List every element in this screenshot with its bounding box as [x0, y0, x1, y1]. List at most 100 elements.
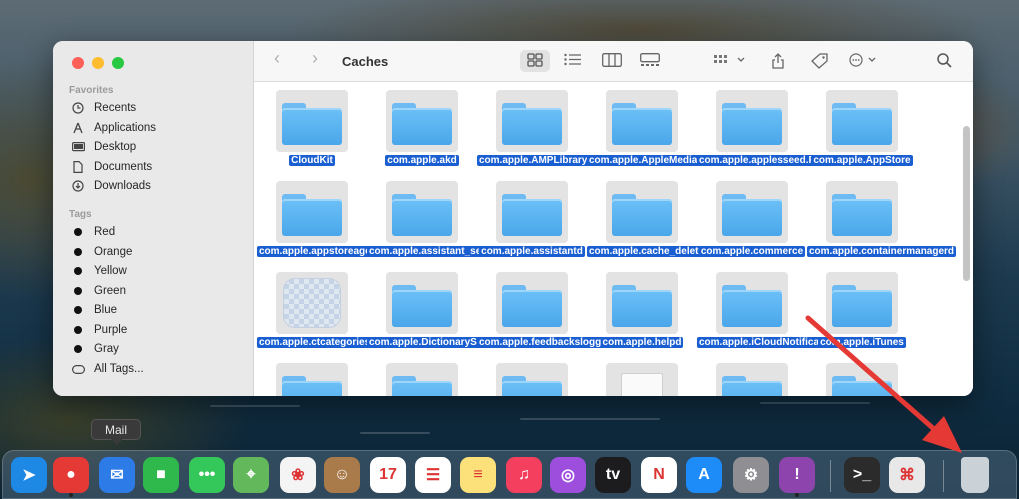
- dock-safari-icon[interactable]: ➤: [11, 457, 47, 493]
- close-button[interactable]: [72, 57, 84, 69]
- sidebar-item-desktop[interactable]: Desktop: [71, 138, 136, 156]
- file-item[interactable]: com.apple.applesseed.Fee...ssistant: [697, 90, 874, 167]
- sidebar-item-label: Downloads: [94, 180, 151, 192]
- folder-icon: [386, 181, 458, 243]
- file-item[interactable]: [807, 363, 917, 396]
- file-item[interactable]: com.apple.AppleMediaServices: [587, 90, 741, 167]
- group-by-button[interactable]: [714, 53, 748, 69]
- sidebar-tag-purple[interactable]: Purple: [71, 321, 127, 339]
- dock-facetime-icon[interactable]: ■: [143, 457, 179, 493]
- file-item[interactable]: [587, 363, 697, 396]
- gallery-icon: [640, 53, 660, 66]
- toolbar: ‹ › Caches: [254, 41, 973, 82]
- dock-maps-icon[interactable]: ⌖: [233, 457, 269, 493]
- file-name: com.apple.iTunes: [818, 337, 906, 348]
- file-item[interactable]: com.apple.containermanagerd: [807, 181, 957, 258]
- dock-photos-icon[interactable]: ❀: [280, 457, 316, 493]
- action-menu-button[interactable]: [849, 53, 881, 70]
- sidebar-tag-orange[interactable]: Orange: [71, 243, 132, 261]
- sidebar-item-applications[interactable]: Applications: [71, 119, 156, 137]
- file-item[interactable]: CloudKit: [257, 90, 367, 167]
- file-item[interactable]: [257, 363, 367, 396]
- file-item[interactable]: com.apple.commerce: [697, 181, 807, 258]
- dock-glyph: A: [698, 466, 710, 483]
- folder-icon: [716, 90, 788, 152]
- sidebar-item-documents[interactable]: Documents: [71, 158, 152, 176]
- folder-icon: [276, 181, 348, 243]
- file-item[interactable]: com.apple.iCloudNotificationAgent: [697, 272, 868, 349]
- file-item[interactable]: com.apple.assistantd: [477, 181, 587, 258]
- dock-contacts-icon[interactable]: ☺: [324, 457, 360, 493]
- dock-glyph: ☰: [425, 467, 441, 484]
- icon-view-button[interactable]: [527, 53, 543, 70]
- dock-feedback-icon[interactable]: !: [779, 457, 815, 493]
- dock-apple-tv-icon[interactable]: tv: [595, 457, 631, 493]
- file-item[interactable]: com.apple.feedbackslogger: [477, 272, 613, 349]
- folder-icon: [386, 90, 458, 152]
- sidebar-tag-green[interactable]: Green: [71, 282, 126, 300]
- dock-glyph: •••: [198, 466, 216, 483]
- file-name: com.apple.applesseed.Fee...ssistant: [697, 155, 874, 166]
- dock-mail-icon[interactable]: ✉: [99, 457, 135, 493]
- search-icon: [937, 53, 952, 68]
- file-item[interactable]: com.apple.cache_delete: [587, 181, 707, 258]
- file-item[interactable]: com.apple.iTunes: [807, 272, 917, 349]
- file-item[interactable]: com.apple.DictionaryServices: [367, 272, 514, 349]
- folder-icon: [496, 272, 568, 334]
- forward-button[interactable]: ›: [312, 49, 318, 67]
- dock-notes-icon[interactable]: ≡: [460, 457, 496, 493]
- dock-glyph: ✉: [110, 467, 124, 484]
- zoom-button[interactable]: [112, 57, 124, 69]
- wallpaper-wave: [520, 418, 660, 420]
- wallpaper-wave: [760, 402, 870, 404]
- dock-glyph: ♫: [518, 466, 530, 483]
- sidebar-tag-gray[interactable]: Gray: [71, 340, 119, 358]
- sidebar-tag-red[interactable]: Red: [71, 223, 115, 241]
- file-item[interactable]: com.apple.helpd: [587, 272, 697, 349]
- gallery-view-button[interactable]: [640, 53, 660, 70]
- file-item[interactable]: com.apple.AppStore: [807, 90, 917, 167]
- sidebar-item-label: Recents: [94, 102, 137, 114]
- file-item[interactable]: [697, 363, 807, 396]
- share-icon: [772, 53, 784, 69]
- dock-chrome-icon[interactable]: ●: [53, 457, 89, 493]
- dock-news-icon[interactable]: N: [641, 457, 677, 493]
- tag-button[interactable]: [811, 53, 829, 72]
- dock-reminders-icon[interactable]: ☰: [415, 457, 451, 493]
- column-view-button[interactable]: [602, 53, 622, 70]
- sidebar-all-tags[interactable]: All Tags...: [71, 360, 144, 378]
- sidebar-item-downloads[interactable]: Downloads: [71, 177, 151, 195]
- minimize-button[interactable]: [92, 57, 104, 69]
- search-button[interactable]: [937, 53, 952, 71]
- list-view-button[interactable]: [564, 53, 582, 69]
- dock-podcasts-icon[interactable]: ◎: [550, 457, 586, 493]
- back-button[interactable]: ‹: [274, 49, 280, 67]
- file-item[interactable]: [477, 363, 587, 396]
- file-item[interactable]: com.apple.AMPLibraryAgent: [477, 90, 618, 167]
- file-item[interactable]: com.apple.assistant_service: [367, 181, 507, 258]
- sidebar-tag-yellow[interactable]: Yellow: [71, 262, 127, 280]
- file-name: com.apple.appstoreagent: [257, 246, 383, 257]
- file-item[interactable]: com.apple.akd: [367, 90, 477, 167]
- file-item[interactable]: com.apple.appstoreagent: [257, 181, 383, 258]
- dock-trash-icon[interactable]: [961, 457, 989, 493]
- dock-preview-icon[interactable]: ⌘: [889, 457, 925, 493]
- scrollbar[interactable]: [963, 126, 970, 281]
- dock-terminal-icon[interactable]: >_: [844, 457, 880, 493]
- dock-app-store-icon[interactable]: A: [686, 457, 722, 493]
- sidebar-tag-blue[interactable]: Blue: [71, 301, 117, 319]
- share-button[interactable]: [771, 53, 785, 72]
- file-item[interactable]: com.apple.ctcategories.service: [257, 272, 410, 349]
- dock-system-preferences-icon[interactable]: ⚙: [733, 457, 769, 493]
- dock-music-icon[interactable]: ♫: [506, 457, 542, 493]
- dock-messages-icon[interactable]: •••: [189, 457, 225, 493]
- folder-icon: [386, 363, 458, 396]
- dock-calendar-icon[interactable]: 17: [370, 457, 406, 493]
- sidebar-item-label: Yellow: [94, 265, 127, 277]
- folder-icon: [496, 181, 568, 243]
- sidebar-item-label: Blue: [94, 304, 118, 316]
- file-item[interactable]: [367, 363, 477, 396]
- folder-icon: [496, 90, 568, 152]
- dock-glyph: ≡: [473, 466, 483, 483]
- sidebar-item-recents[interactable]: Recents: [71, 99, 136, 117]
